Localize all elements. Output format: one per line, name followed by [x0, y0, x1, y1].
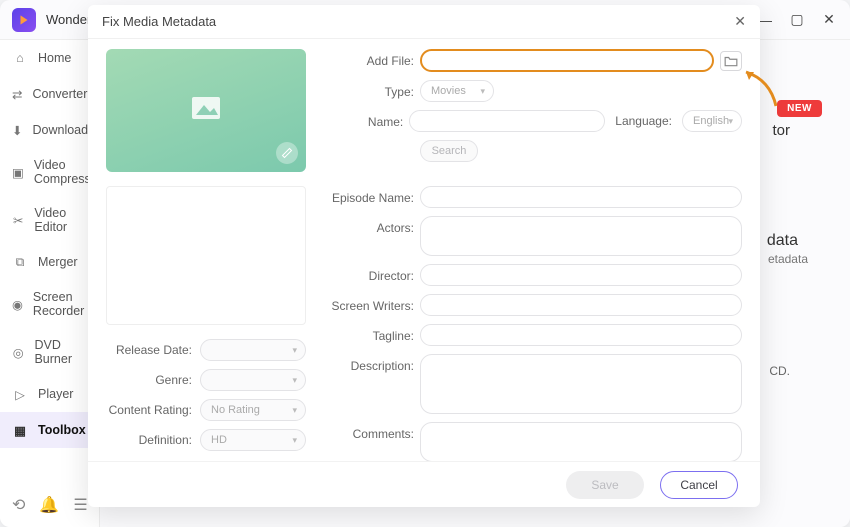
- sidebar-item-label: Screen Recorder: [33, 290, 87, 318]
- cancel-button[interactable]: Cancel: [660, 471, 738, 499]
- download-icon: ⬇: [12, 122, 22, 138]
- rating-label: Content Rating:: [106, 403, 192, 417]
- comments-input[interactable]: [420, 422, 742, 461]
- grid-icon: ▦: [12, 422, 28, 438]
- sidebar-item-toolbox[interactable]: ▦ Toolbox: [0, 412, 99, 448]
- sidebar-item-label: Converter: [32, 87, 87, 101]
- language-value: English: [693, 115, 729, 127]
- rating-select[interactable]: No Rating: [200, 399, 306, 421]
- bell-icon[interactable]: 🔔: [39, 495, 59, 515]
- tagline-label: Tagline:: [328, 324, 420, 343]
- browse-folder-button[interactable]: [720, 51, 742, 71]
- release-date-input[interactable]: [200, 339, 306, 361]
- media-thumbnail: [106, 49, 306, 172]
- genre-label: Genre:: [106, 373, 192, 387]
- search-label: Search: [432, 145, 467, 157]
- type-label: Type:: [328, 80, 420, 99]
- writers-input[interactable]: [420, 294, 742, 316]
- window-controls: — ▢ ✕: [756, 11, 838, 29]
- director-label: Director:: [328, 264, 420, 283]
- meta-fields: Release Date: Genre: Content Rating: No …: [106, 339, 306, 451]
- modal-footer: Save Cancel: [88, 461, 760, 507]
- sidebar-item-converter[interactable]: ⇄ Converter: [0, 76, 99, 112]
- modal-header: Fix Media Metadata ✕: [88, 5, 760, 39]
- home-icon: ⌂: [12, 50, 28, 66]
- modal-close-button[interactable]: ✕: [734, 13, 746, 30]
- sidebar-item-video-compressor[interactable]: ▣ Video Compressor: [0, 148, 99, 196]
- close-button[interactable]: ✕: [820, 11, 838, 29]
- media-info-box: [106, 186, 306, 325]
- app-logo: [12, 8, 36, 32]
- image-icon: [192, 97, 220, 124]
- bg-text-2: etadata: [768, 252, 808, 266]
- tagline-input[interactable]: [420, 324, 742, 346]
- sidebar-item-label: Home: [38, 51, 71, 65]
- convert-icon: ⇄: [12, 86, 22, 102]
- type-select[interactable]: Movies: [420, 80, 494, 102]
- add-file-input[interactable]: [420, 49, 714, 72]
- writers-label: Screen Writers:: [328, 294, 420, 313]
- director-input[interactable]: [420, 264, 742, 286]
- description-label: Description:: [328, 354, 420, 373]
- sidebar-item-label: Player: [38, 387, 73, 401]
- sidebar-bottom: ⟲ 🔔 ☰: [0, 483, 99, 527]
- definition-select[interactable]: HD: [200, 429, 306, 451]
- bg-text-3: CD.: [769, 364, 790, 378]
- sidebar-item-merger[interactable]: ⧉ Merger: [0, 244, 99, 280]
- genre-select[interactable]: [200, 369, 306, 391]
- save-button[interactable]: Save: [566, 471, 644, 499]
- comments-label: Comments:: [328, 422, 420, 441]
- definition-value: HD: [211, 434, 227, 446]
- scissors-icon: ✂: [12, 212, 24, 228]
- rating-value: No Rating: [211, 404, 260, 416]
- sidebar-item-label: Video Editor: [34, 206, 87, 234]
- left-pane: Release Date: Genre: Content Rating: No …: [88, 39, 324, 461]
- compress-icon: ▣: [12, 164, 24, 180]
- bg-text-1: data: [767, 232, 798, 250]
- refresh-icon[interactable]: ⟲: [12, 495, 25, 515]
- sidebar-item-screen-recorder[interactable]: ◉ Screen Recorder: [0, 280, 99, 328]
- edit-thumbnail-button[interactable]: [276, 142, 298, 164]
- release-date-label: Release Date:: [106, 343, 192, 357]
- main-window: Wonder — ▢ ✕ ⌂ Home ⇄ Converter ⬇ Downlo…: [0, 0, 850, 527]
- name-label: Name:: [328, 110, 409, 129]
- fix-metadata-modal: Fix Media Metadata ✕ Release Date:: [88, 5, 760, 507]
- sidebar-item-label: DVD Burner: [34, 338, 87, 366]
- cancel-label: Cancel: [680, 478, 717, 492]
- disc-icon: ◎: [12, 344, 24, 360]
- sidebar-item-label: Merger: [38, 255, 78, 269]
- bg-heading: tor: [772, 122, 790, 139]
- sidebar-item-player[interactable]: ▷ Player: [0, 376, 99, 412]
- modal-title: Fix Media Metadata: [102, 14, 216, 29]
- sidebar-item-label: Toolbox: [38, 423, 86, 437]
- menu-icon[interactable]: ☰: [73, 495, 87, 515]
- addfile-label: Add File:: [328, 49, 420, 68]
- app-title: Wonder: [46, 12, 91, 27]
- search-button[interactable]: Search: [420, 140, 478, 162]
- description-input[interactable]: [420, 354, 742, 414]
- definition-label: Definition:: [106, 433, 192, 447]
- right-pane: Add File: Type: Movies Name:: [324, 39, 760, 461]
- sidebar: ⌂ Home ⇄ Converter ⬇ Downloader ▣ Video …: [0, 40, 100, 527]
- language-select[interactable]: English: [682, 110, 742, 132]
- language-label: Language:: [615, 114, 672, 128]
- actors-input[interactable]: [420, 216, 742, 256]
- sidebar-item-downloader[interactable]: ⬇ Downloader: [0, 112, 99, 148]
- episode-input[interactable]: [420, 186, 742, 208]
- record-icon: ◉: [12, 296, 23, 312]
- new-badge: NEW: [777, 98, 822, 116]
- merge-icon: ⧉: [12, 254, 28, 270]
- save-label: Save: [591, 478, 618, 492]
- sidebar-item-dvd-burner[interactable]: ◎ DVD Burner: [0, 328, 99, 376]
- actors-label: Actors:: [328, 216, 420, 235]
- episode-label: Episode Name:: [328, 186, 420, 205]
- sidebar-item-home[interactable]: ⌂ Home: [0, 40, 99, 76]
- sidebar-item-video-editor[interactable]: ✂ Video Editor: [0, 196, 99, 244]
- maximize-button[interactable]: ▢: [788, 11, 806, 29]
- new-badge-label: NEW: [777, 100, 822, 117]
- play-icon: ▷: [12, 386, 28, 402]
- type-value: Movies: [431, 85, 466, 97]
- name-input[interactable]: [409, 110, 605, 132]
- modal-body: Release Date: Genre: Content Rating: No …: [88, 39, 760, 461]
